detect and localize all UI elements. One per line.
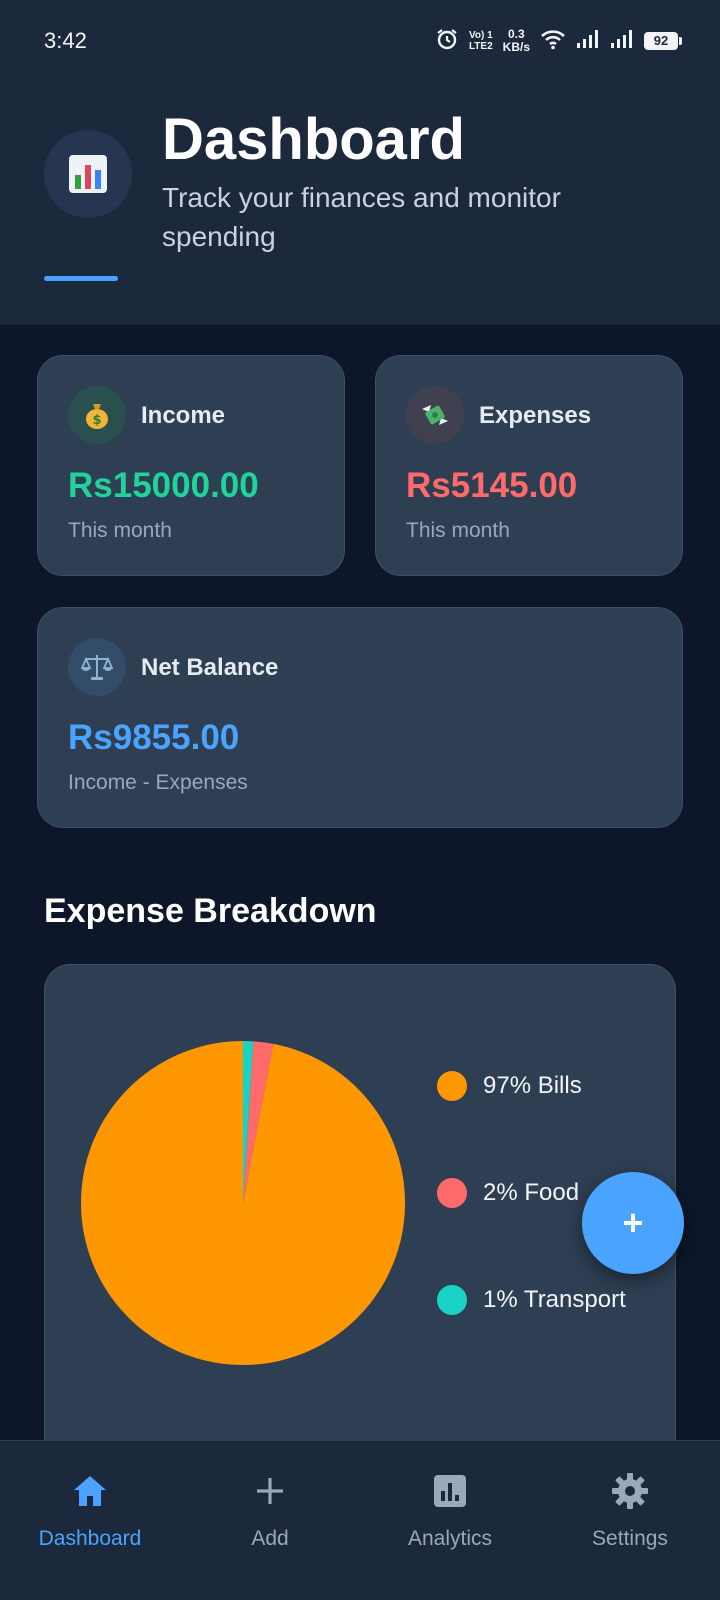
- nav-item-add[interactable]: Add: [180, 1441, 360, 1600]
- network-speed: 0.3 KB/s: [502, 27, 530, 54]
- net-balance-subtitle: Income - Expenses: [68, 771, 248, 794]
- nav-item-analytics[interactable]: Analytics: [360, 1441, 540, 1600]
- status-time: 3:42: [44, 28, 87, 53]
- legend-item-bills: 97% Bills: [437, 1071, 582, 1101]
- legend-dot-transport: [437, 1285, 467, 1315]
- svg-text:$: $: [92, 413, 101, 428]
- plus-icon: [250, 1471, 290, 1511]
- net-balance-label: Net Balance: [141, 654, 279, 681]
- pie-slice-bills: [80, 1041, 405, 1365]
- nav-label-add: Add: [251, 1527, 289, 1550]
- battery-icon: 92: [644, 32, 682, 50]
- add-transaction-fab[interactable]: +: [582, 1172, 684, 1274]
- legend-dot-bills: [437, 1071, 467, 1101]
- income-card[interactable]: $ Income Rs15000.00 This month: [37, 355, 345, 576]
- money-bag-icon: $: [68, 386, 126, 444]
- page-subtitle: Track your finances and monitor spending: [162, 182, 561, 252]
- signal-icon: [610, 29, 634, 54]
- home-icon: [70, 1471, 110, 1511]
- legend-label-food: 2% Food: [483, 1179, 580, 1206]
- expenses-card[interactable]: Expenses Rs5145.00 This month: [375, 355, 683, 576]
- nav-item-dashboard[interactable]: Dashboard: [0, 1441, 180, 1600]
- legend-item-transport: 1% Transport: [437, 1285, 626, 1315]
- wifi-icon: [540, 28, 566, 55]
- nav-label-settings: Settings: [592, 1527, 668, 1550]
- legend-dot-food: [437, 1178, 467, 1208]
- expenses-amount: Rs5145.00: [406, 466, 578, 505]
- analytics-icon: [430, 1471, 470, 1511]
- expenses-subtitle: This month: [406, 519, 510, 542]
- network-type: Vo) 1 LTE2: [468, 30, 493, 52]
- income-subtitle: This month: [68, 519, 172, 542]
- alarm-icon: [435, 27, 459, 56]
- nav-item-settings[interactable]: Settings: [540, 1441, 720, 1600]
- page-title: Dashboard: [162, 107, 465, 172]
- money-wings-icon: [406, 386, 464, 444]
- status-bar: 3:42 Vo) 1 LTE2 0.3 KB/s 92: [0, 0, 720, 82]
- legend-label-transport: 1% Transport: [483, 1286, 626, 1313]
- nav-label-dashboard: Dashboard: [38, 1527, 142, 1550]
- header: Dashboard Track your finances and monito…: [0, 82, 720, 325]
- bar-chart-icon: [44, 130, 132, 218]
- expenses-label: Expenses: [479, 402, 592, 429]
- net-balance-amount: Rs9855.00: [68, 718, 240, 757]
- gear-icon: [610, 1471, 650, 1511]
- income-label: Income: [141, 402, 226, 429]
- legend-label-bills: 97% Bills: [483, 1072, 582, 1099]
- net-balance-card[interactable]: Net Balance Rs9855.00 Income - Expenses: [37, 607, 683, 828]
- expense-breakdown-title: Expense Breakdown: [44, 892, 377, 930]
- signal-icon: [576, 29, 600, 54]
- nav-label-analytics: Analytics: [407, 1527, 493, 1550]
- income-amount: Rs15000.00: [68, 466, 259, 505]
- header-accent-bar: [44, 276, 118, 281]
- bottom-navigation: Dashboard Add Analytics Settings: [0, 1440, 720, 1600]
- legend-item-food: 2% Food: [437, 1178, 579, 1208]
- expense-pie-chart: [80, 1041, 405, 1365]
- balance-scale-icon: [68, 638, 126, 696]
- status-icons: Vo) 1 LTE2 0.3 KB/s 92: [435, 26, 682, 56]
